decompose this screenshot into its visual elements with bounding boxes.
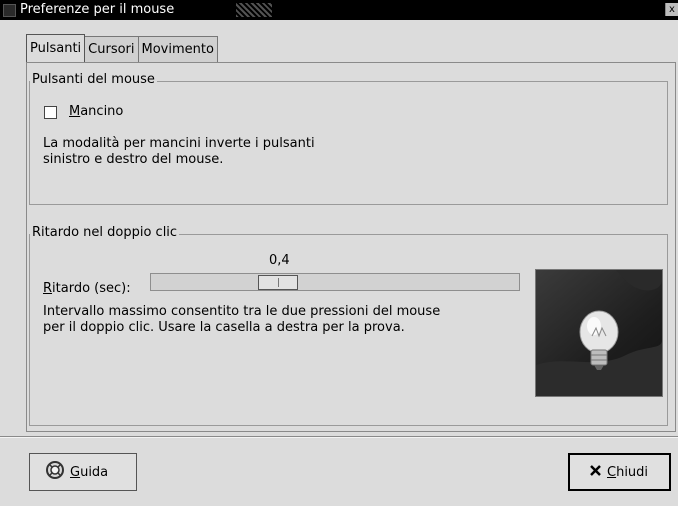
window-close-button[interactable]: x xyxy=(665,3,678,16)
close-mnemonic: C xyxy=(607,464,617,480)
window-title: Preferenze per il mouse xyxy=(20,2,175,17)
mouse-preferences-window: Preferenze per il mouse x Pulsanti Curso… xyxy=(0,0,678,506)
delay-value: 0,4 xyxy=(269,253,290,268)
left-handed-checkbox[interactable] xyxy=(44,106,57,119)
double-click-frame-title: Ritardo nel doppio clic xyxy=(30,225,180,241)
tab-movement[interactable]: Movimento xyxy=(137,36,218,62)
footer-separator xyxy=(0,436,678,438)
left-handed-label[interactable]: Mancino xyxy=(69,103,123,121)
left-handed-mnemonic: M xyxy=(69,104,81,119)
help-mnemonic: G xyxy=(70,464,81,480)
delay-slider-label: Ritardo (sec): xyxy=(43,280,131,298)
tab-cursors[interactable]: Cursori xyxy=(84,36,139,62)
delay-label-rest: itardo (sec): xyxy=(52,281,131,296)
mouse-buttons-frame-title: Pulsanti del mouse xyxy=(30,72,157,88)
delay-slider-thumb[interactable] xyxy=(258,275,298,290)
lightbulb-icon xyxy=(536,270,662,396)
window-menu-icon[interactable] xyxy=(3,4,16,17)
title-bar[interactable]: Preferenze per il mouse x xyxy=(0,0,678,20)
title-bar-decoration xyxy=(236,3,272,17)
help-button[interactable]: Guida xyxy=(29,453,137,491)
left-handed-description: La modalità per mancini inverte i pulsan… xyxy=(43,136,315,167)
tab-strip: Pulsanti Cursori Movimento xyxy=(26,34,218,62)
close-label-rest: hiudi xyxy=(616,464,649,480)
tab-buttons[interactable]: Pulsanti xyxy=(26,34,86,62)
double-click-description: Intervallo massimo consentito tra le due… xyxy=(43,304,441,335)
help-label-rest: uida xyxy=(80,464,109,480)
left-handed-label-rest: ancino xyxy=(80,104,124,119)
double-click-test-area[interactable] xyxy=(535,269,663,397)
delay-slider-trough[interactable] xyxy=(150,273,520,291)
delay-mnemonic: R xyxy=(43,281,53,296)
close-button[interactable]: Chiudi xyxy=(568,453,671,491)
x-icon xyxy=(589,464,602,481)
lifebuoy-icon xyxy=(45,460,65,484)
